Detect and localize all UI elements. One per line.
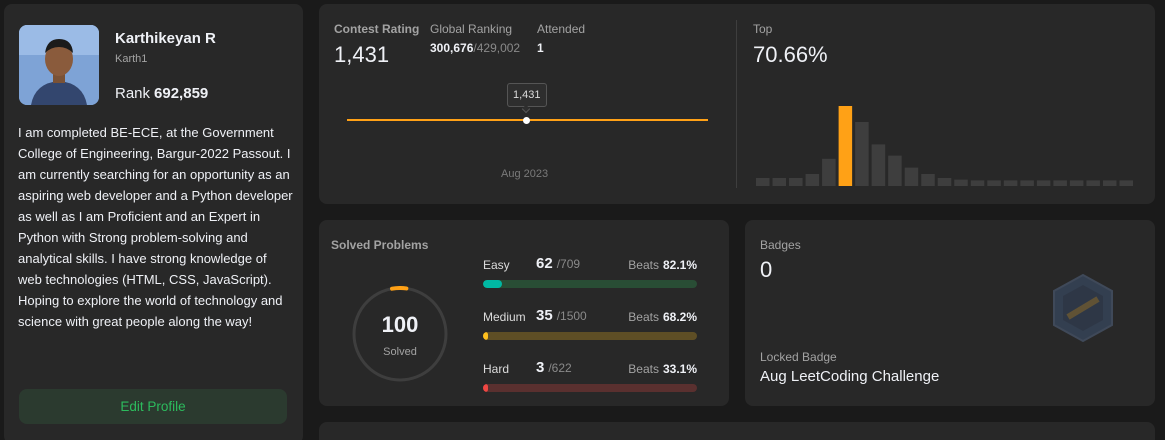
histogram-bar[interactable] — [954, 179, 968, 186]
attended-value: 1 — [537, 41, 544, 55]
beats-label: Beats — [628, 362, 659, 376]
histogram-bar[interactable] — [921, 174, 935, 186]
rating-tooltip: 1,431 — [507, 83, 547, 107]
difficulty-total: /709 — [556, 257, 581, 271]
locked-badge-name: Aug LeetCoding Challenge — [760, 368, 940, 385]
difficulty-progress-fill — [483, 332, 488, 340]
difficulty-name: Easy — [483, 258, 510, 272]
badges-count: 0 — [760, 257, 773, 282]
histogram-bar[interactable] — [1003, 180, 1018, 186]
difficulty-solved-count: 3 — [536, 359, 545, 376]
locked-badge-label: Locked Badge — [760, 350, 837, 364]
edit-profile-button[interactable]: Edit Profile — [19, 389, 287, 424]
locked-badge-icon[interactable] — [1048, 273, 1118, 343]
difficulty-progress-fill — [483, 280, 502, 288]
profile-username: Karth1 — [115, 53, 148, 65]
difficulty-progress-bar — [483, 384, 697, 392]
histogram-bar[interactable] — [772, 178, 787, 186]
histogram-bar[interactable] — [1102, 180, 1117, 186]
difficulty-beats: Beats 33.1% — [628, 362, 697, 376]
difficulty-solved: 3/622 — [536, 359, 572, 376]
difficulty-solved: 62/709 — [536, 255, 580, 272]
beats-label: Beats — [628, 310, 659, 324]
difficulty-solved: 35/1500 — [536, 307, 587, 324]
difficulty-name: Medium — [483, 310, 526, 324]
contest-rating-label: Contest Rating — [334, 22, 420, 36]
difficulty-beats: Beats 82.1% — [628, 258, 697, 272]
global-ranking-label: Global Ranking — [430, 22, 513, 36]
solved-count: 100 — [381, 312, 419, 337]
difficulty-beats: Beats 68.2% — [628, 310, 697, 324]
avatar-image — [19, 25, 99, 105]
profile-name: Karthikeyan R — [115, 30, 216, 47]
histogram-bar[interactable] — [987, 180, 1001, 186]
histogram-bar[interactable] — [888, 155, 902, 186]
global-ranking-number: 300,676 — [430, 41, 474, 55]
rating-distribution-histogram[interactable] — [756, 94, 1136, 186]
top-percent-label: Top — [753, 22, 773, 36]
histogram-bar[interactable] — [937, 178, 952, 186]
histogram-bar[interactable] — [1069, 180, 1084, 186]
solved-problems-label: Solved Problems — [331, 238, 429, 252]
profile-card: Karthikeyan R Karth1 Rank 692,859 I am co… — [4, 4, 303, 440]
contest-divider — [736, 20, 737, 188]
beats-value: 82.1% — [662, 258, 697, 272]
histogram-bar[interactable] — [855, 122, 869, 186]
histogram-bar[interactable] — [1119, 180, 1133, 186]
histogram-bar[interactable] — [789, 178, 803, 186]
histogram-bar[interactable] — [756, 178, 770, 186]
difficulty-name: Hard — [483, 362, 510, 376]
badges-card: Badges 0 Locked Badge Aug LeetCoding Cha… — [745, 220, 1155, 406]
difficulty-progress-bar — [483, 280, 697, 288]
contest-card: Contest Rating 1,431 Global Ranking 300,… — [319, 4, 1155, 204]
avatar[interactable] — [19, 25, 99, 105]
global-ranking-value: 300,676/429,002 — [430, 41, 520, 55]
histogram-bar[interactable] — [1020, 180, 1034, 186]
beats-value: 33.1% — [662, 362, 697, 376]
beats-value: 68.2% — [662, 310, 697, 324]
difficulty-solved-count: 62 — [536, 255, 553, 272]
badges-label: Badges — [760, 238, 801, 252]
profile-bio: I am completed BE-ECE, at the Government… — [18, 125, 293, 329]
bottom-card — [319, 422, 1155, 440]
difficulty-total: /1500 — [556, 309, 587, 323]
histogram-bar[interactable] — [871, 144, 886, 186]
rank-value: 692,859 — [154, 85, 209, 102]
solved-problems-card: Solved Problems 100 Solved Easy 62/709 Bea… — [319, 220, 729, 406]
histogram-bar[interactable] — [904, 167, 919, 186]
histogram-bar-current[interactable] — [838, 106, 853, 186]
solved-count-label: Solved — [383, 346, 417, 358]
histogram-bar[interactable] — [822, 158, 836, 186]
difficulty-solved-count: 35 — [536, 307, 553, 324]
difficulty-progress-bar — [483, 332, 697, 340]
rating-date-label: Aug 2023 — [501, 168, 549, 180]
rating-point[interactable] — [523, 117, 530, 124]
histogram-bar[interactable] — [805, 174, 820, 186]
histogram-bar[interactable] — [1086, 180, 1100, 186]
rank-label: Rank — [115, 85, 151, 102]
difficulty-progress-fill — [483, 384, 488, 392]
histogram-bar[interactable] — [970, 180, 985, 186]
contest-rating-value: 1,431 — [334, 42, 390, 67]
beats-label: Beats — [628, 258, 659, 272]
top-percent-value: 70.66% — [753, 42, 828, 67]
attended-label: Attended — [537, 22, 586, 36]
histogram-bar[interactable] — [1053, 180, 1067, 186]
global-ranking-total: /429,002 — [473, 41, 521, 55]
histogram-bar[interactable] — [1036, 180, 1051, 186]
difficulty-total: /622 — [548, 361, 572, 375]
profile-rank: Rank 692,859 — [115, 85, 208, 102]
